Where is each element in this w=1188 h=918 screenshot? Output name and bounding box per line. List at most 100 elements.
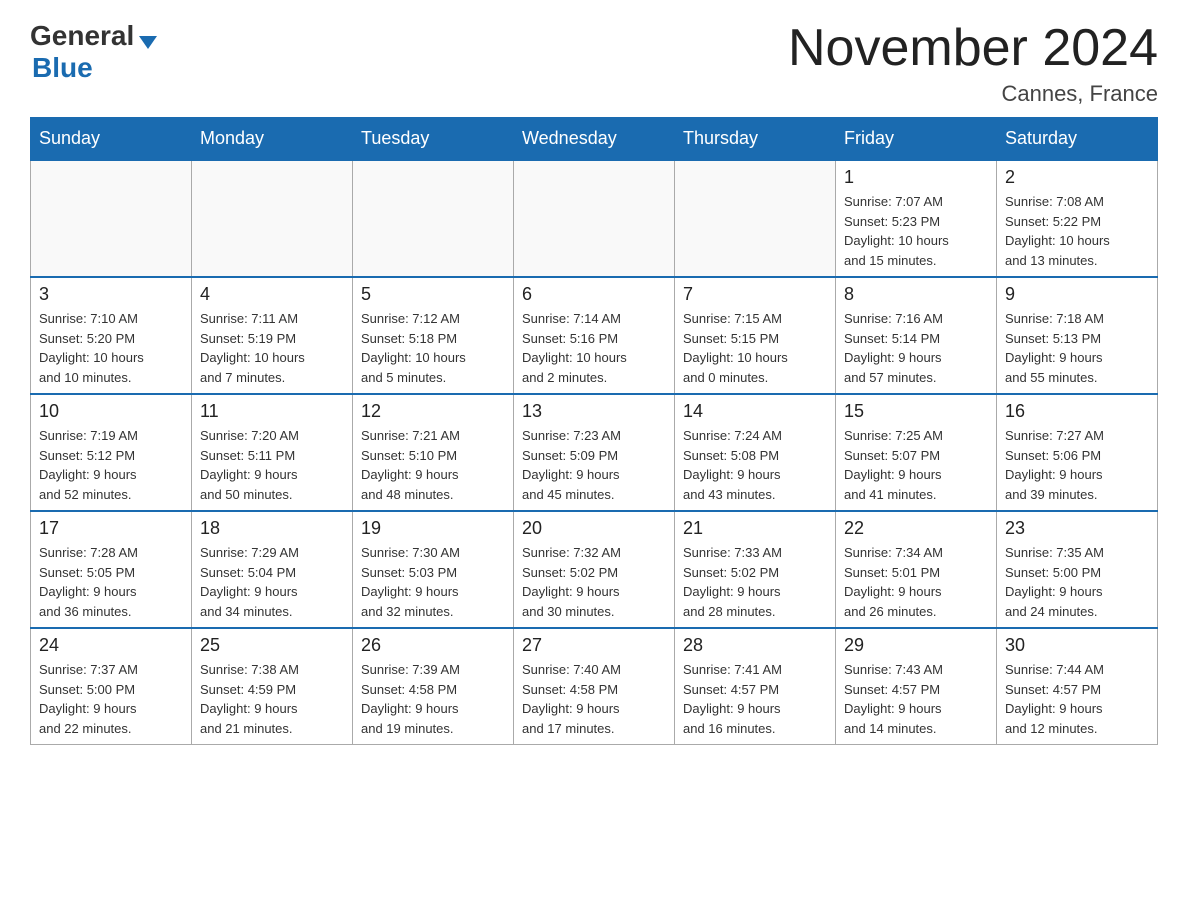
logo-general-text: General xyxy=(30,20,134,52)
logo-blue-text: Blue xyxy=(32,52,93,84)
day-info: Sunrise: 7:35 AMSunset: 5:00 PMDaylight:… xyxy=(1005,543,1149,621)
day-info: Sunrise: 7:44 AMSunset: 4:57 PMDaylight:… xyxy=(1005,660,1149,738)
calendar-cell: 19 Sunrise: 7:30 AMSunset: 5:03 PMDayligh… xyxy=(353,511,514,628)
day-info: Sunrise: 7:37 AMSunset: 5:00 PMDaylight:… xyxy=(39,660,183,738)
calendar-cell: 17 Sunrise: 7:28 AMSunset: 5:05 PMDayligh… xyxy=(31,511,192,628)
day-info: Sunrise: 7:41 AMSunset: 4:57 PMDaylight:… xyxy=(683,660,827,738)
calendar-cell: 22Sunrise: 7:34 AMSunset: 5:01 PMDayligh… xyxy=(836,511,997,628)
day-number: 12 xyxy=(361,401,505,422)
day-info: Sunrise: 7:11 AMSunset: 5:19 PMDaylight:… xyxy=(200,309,344,387)
calendar-cell xyxy=(353,160,514,277)
calendar-cell: 5Sunrise: 7:12 AMSunset: 5:18 PMDaylight… xyxy=(353,277,514,394)
calendar-cell: 13Sunrise: 7:23 AMSunset: 5:09 PMDayligh… xyxy=(514,394,675,511)
weekday-header-tuesday: Tuesday xyxy=(353,118,514,161)
calendar-cell: 25Sunrise: 7:38 AMSunset: 4:59 PMDayligh… xyxy=(192,628,353,745)
weekday-header-row: SundayMondayTuesdayWednesdayThursdayFrid… xyxy=(31,118,1158,161)
calendar-cell: 10Sunrise: 7:19 AMSunset: 5:12 PMDayligh… xyxy=(31,394,192,511)
weekday-header-thursday: Thursday xyxy=(675,118,836,161)
calendar-cell: 7 Sunrise: 7:15 AMSunset: 5:15 PMDaylight… xyxy=(675,277,836,394)
day-number: 11 xyxy=(200,401,344,422)
day-number: 15 xyxy=(844,401,988,422)
day-info: Sunrise: 7:08 AMSunset: 5:22 PMDaylight:… xyxy=(1005,192,1149,270)
weekday-header-monday: Monday xyxy=(192,118,353,161)
calendar-cell xyxy=(675,160,836,277)
day-info: Sunrise: 7:39 AMSunset: 4:58 PMDaylight:… xyxy=(361,660,505,738)
calendar-cell: 6 Sunrise: 7:14 AMSunset: 5:16 PMDaylight… xyxy=(514,277,675,394)
day-number: 17 xyxy=(39,518,183,539)
day-number: 5 xyxy=(361,284,505,305)
day-number: 14 xyxy=(683,401,827,422)
calendar-cell: 30 Sunrise: 7:44 AMSunset: 4:57 PMDayligh… xyxy=(997,628,1158,745)
week-row-1: 1 Sunrise: 7:07 AMSunset: 5:23 PMDaylight… xyxy=(31,160,1158,277)
calendar-cell: 29 Sunrise: 7:43 AMSunset: 4:57 PMDayligh… xyxy=(836,628,997,745)
day-info: Sunrise: 7:33 AMSunset: 5:02 PMDaylight:… xyxy=(683,543,827,621)
calendar-cell: 16 Sunrise: 7:27 AMSunset: 5:06 PMDayligh… xyxy=(997,394,1158,511)
calendar-table: SundayMondayTuesdayWednesdayThursdayFrid… xyxy=(30,117,1158,745)
calendar-cell: 14 Sunrise: 7:24 AMSunset: 5:08 PMDayligh… xyxy=(675,394,836,511)
day-info: Sunrise: 7:30 AMSunset: 5:03 PMDaylight:… xyxy=(361,543,505,621)
calendar-cell: 27 Sunrise: 7:40 AMSunset: 4:58 PMDayligh… xyxy=(514,628,675,745)
day-info: Sunrise: 7:21 AMSunset: 5:10 PMDaylight:… xyxy=(361,426,505,504)
calendar-cell: 8Sunrise: 7:16 AMSunset: 5:14 PMDaylight… xyxy=(836,277,997,394)
day-number: 18 xyxy=(200,518,344,539)
day-number: 4 xyxy=(200,284,344,305)
day-number: 9 xyxy=(1005,284,1149,305)
logo: General Blue xyxy=(30,20,157,84)
day-number: 29 xyxy=(844,635,988,656)
day-number: 7 xyxy=(683,284,827,305)
day-number: 28 xyxy=(683,635,827,656)
calendar-cell: 21 Sunrise: 7:33 AMSunset: 5:02 PMDayligh… xyxy=(675,511,836,628)
day-info: Sunrise: 7:10 AMSunset: 5:20 PMDaylight:… xyxy=(39,309,183,387)
day-info: Sunrise: 7:40 AMSunset: 4:58 PMDaylight:… xyxy=(522,660,666,738)
calendar-cell: 3 Sunrise: 7:10 AMSunset: 5:20 PMDaylight… xyxy=(31,277,192,394)
day-number: 1 xyxy=(844,167,988,188)
day-info: Sunrise: 7:32 AMSunset: 5:02 PMDaylight:… xyxy=(522,543,666,621)
week-row-5: 24Sunrise: 7:37 AMSunset: 5:00 PMDayligh… xyxy=(31,628,1158,745)
day-number: 21 xyxy=(683,518,827,539)
calendar-cell: 4 Sunrise: 7:11 AMSunset: 5:19 PMDaylight… xyxy=(192,277,353,394)
calendar-cell: 9 Sunrise: 7:18 AMSunset: 5:13 PMDaylight… xyxy=(997,277,1158,394)
day-number: 20 xyxy=(522,518,666,539)
calendar-cell: 11 Sunrise: 7:20 AMSunset: 5:11 PMDayligh… xyxy=(192,394,353,511)
title-block: November 2024 Cannes, France xyxy=(788,20,1158,107)
weekday-header-sunday: Sunday xyxy=(31,118,192,161)
day-info: Sunrise: 7:19 AMSunset: 5:12 PMDaylight:… xyxy=(39,426,183,504)
calendar-cell xyxy=(514,160,675,277)
day-number: 19 xyxy=(361,518,505,539)
day-info: Sunrise: 7:29 AMSunset: 5:04 PMDaylight:… xyxy=(200,543,344,621)
month-title: November 2024 xyxy=(788,20,1158,77)
weekday-header-friday: Friday xyxy=(836,118,997,161)
calendar-cell xyxy=(31,160,192,277)
day-number: 3 xyxy=(39,284,183,305)
page-header: General Blue November 2024 Cannes, Franc… xyxy=(30,20,1158,107)
week-row-2: 3 Sunrise: 7:10 AMSunset: 5:20 PMDaylight… xyxy=(31,277,1158,394)
week-row-3: 10Sunrise: 7:19 AMSunset: 5:12 PMDayligh… xyxy=(31,394,1158,511)
day-number: 6 xyxy=(522,284,666,305)
day-number: 25 xyxy=(200,635,344,656)
day-info: Sunrise: 7:14 AMSunset: 5:16 PMDaylight:… xyxy=(522,309,666,387)
logo-triangle-icon xyxy=(139,36,157,49)
day-info: Sunrise: 7:07 AMSunset: 5:23 PMDaylight:… xyxy=(844,192,988,270)
day-info: Sunrise: 7:20 AMSunset: 5:11 PMDaylight:… xyxy=(200,426,344,504)
day-info: Sunrise: 7:43 AMSunset: 4:57 PMDaylight:… xyxy=(844,660,988,738)
day-info: Sunrise: 7:15 AMSunset: 5:15 PMDaylight:… xyxy=(683,309,827,387)
day-info: Sunrise: 7:27 AMSunset: 5:06 PMDaylight:… xyxy=(1005,426,1149,504)
day-number: 16 xyxy=(1005,401,1149,422)
day-number: 27 xyxy=(522,635,666,656)
calendar-cell xyxy=(192,160,353,277)
calendar-cell: 1 Sunrise: 7:07 AMSunset: 5:23 PMDaylight… xyxy=(836,160,997,277)
day-info: Sunrise: 7:24 AMSunset: 5:08 PMDaylight:… xyxy=(683,426,827,504)
day-number: 8 xyxy=(844,284,988,305)
calendar-cell: 12 Sunrise: 7:21 AMSunset: 5:10 PMDayligh… xyxy=(353,394,514,511)
day-info: Sunrise: 7:28 AMSunset: 5:05 PMDaylight:… xyxy=(39,543,183,621)
weekday-header-wednesday: Wednesday xyxy=(514,118,675,161)
day-info: Sunrise: 7:25 AMSunset: 5:07 PMDaylight:… xyxy=(844,426,988,504)
day-number: 2 xyxy=(1005,167,1149,188)
day-number: 13 xyxy=(522,401,666,422)
week-row-4: 17 Sunrise: 7:28 AMSunset: 5:05 PMDayligh… xyxy=(31,511,1158,628)
calendar-cell: 18 Sunrise: 7:29 AMSunset: 5:04 PMDayligh… xyxy=(192,511,353,628)
day-info: Sunrise: 7:34 AMSunset: 5:01 PMDaylight:… xyxy=(844,543,988,621)
day-number: 30 xyxy=(1005,635,1149,656)
day-info: Sunrise: 7:18 AMSunset: 5:13 PMDaylight:… xyxy=(1005,309,1149,387)
day-number: 26 xyxy=(361,635,505,656)
